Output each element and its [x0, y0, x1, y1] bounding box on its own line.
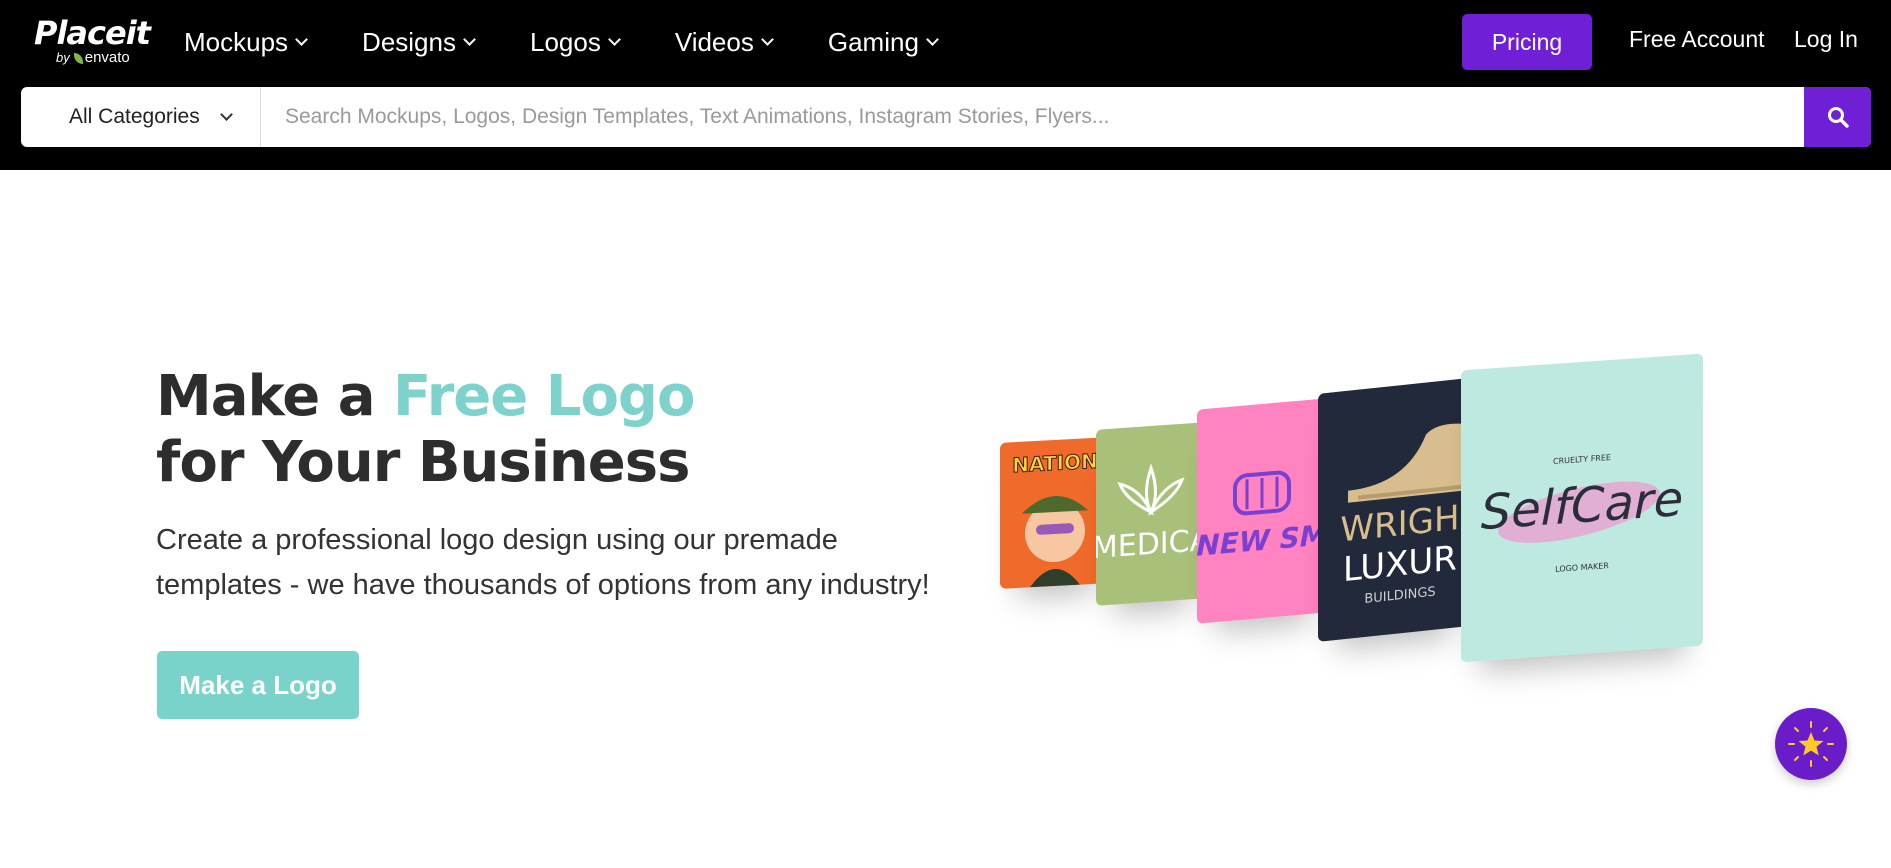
card5-script-text: SelfCare [1481, 471, 1683, 541]
chevron-down-icon [926, 32, 939, 46]
brand-byline: by envato [56, 49, 130, 67]
hero-title: Make a Free Logo for Your Business [156, 364, 695, 496]
nav-item-label: Videos [674, 26, 754, 57]
card2-text: MEDICA [1096, 523, 1206, 566]
nav-item-label: Gaming [827, 26, 919, 57]
brand-by: by [56, 50, 70, 65]
brand-company: envato [84, 49, 130, 66]
hero-title-line2: for Your Business [156, 430, 690, 495]
logo-card-nation: NATION [1000, 437, 1110, 589]
nav-item-logos[interactable]: Logos [529, 26, 621, 58]
nav-item-label: Designs [362, 26, 456, 57]
search-icon [1827, 107, 1849, 128]
free-account-link[interactable]: Free Account [1629, 26, 1765, 53]
logo-template-showcase: NATION MEDICA NEW SM WRIGH LUXUR BUILDIN… [990, 350, 1730, 720]
card5-bottom-text: LOGO MAKER [1555, 561, 1609, 574]
card1-text: NATION [1012, 449, 1097, 477]
nav-item-label: Mockups [184, 26, 289, 57]
pricing-button[interactable]: Pricing [1462, 14, 1592, 70]
search-bar: All Categories [21, 87, 1871, 147]
main-nav: Mockups Designs Logos Videos Gaming [184, 22, 993, 62]
hero-subtitle: Create a professional logo design using … [156, 524, 930, 601]
nav-item-label: Logos [529, 26, 601, 57]
hero-title-accent: Free Logo [393, 364, 695, 429]
nation-logo-preview: NATION [1012, 448, 1098, 588]
chevron-down-icon [219, 108, 233, 121]
wright-luxury-logo-preview: WRIGH LUXUR BUILDINGS [1340, 423, 1468, 607]
card5-top-text: CRUELTY FREE [1553, 453, 1611, 466]
logo-card-wright-luxury: WRIGH LUXUR BUILDINGS [1318, 378, 1468, 642]
nav-item-videos[interactable]: Videos [674, 26, 774, 58]
search-button[interactable] [1804, 87, 1871, 147]
placeit-logo[interactable]: Placeit by envato [34, 16, 154, 68]
self-care-logo-preview: CRUELTY FREE SelfCare LOGO MAKER [1481, 453, 1683, 574]
logo-card-new-smile: NEW SM [1197, 398, 1327, 624]
whats-new-badge[interactable] [1775, 708, 1847, 780]
chevron-down-icon [607, 32, 621, 46]
category-selected-value: All Categories [69, 105, 200, 128]
login-link[interactable]: Log In [1794, 26, 1858, 53]
logo-card-medical: MEDICA [1096, 422, 1206, 606]
chevron-down-icon [295, 32, 308, 46]
chevron-down-icon [760, 32, 774, 46]
nav-item-gaming[interactable]: Gaming [827, 26, 939, 58]
hero-title-prefix: Make a [156, 364, 394, 429]
search-input[interactable] [261, 87, 1804, 147]
make-a-logo-button[interactable]: Make a Logo [157, 651, 359, 719]
nav-item-mockups[interactable]: Mockups [184, 26, 308, 58]
card4-line3: BUILDINGS [1364, 585, 1435, 607]
sparkle-star-icon [1788, 721, 1834, 767]
envato-leaf-icon [73, 52, 83, 64]
card3-text: NEW SM [1197, 518, 1327, 562]
top-navigation-bar: Placeit by envato Mockups Designs Logos … [0, 0, 1891, 170]
medical-logo-preview: MEDICA [1096, 463, 1206, 566]
brand-name: Placeit [34, 14, 151, 52]
category-dropdown[interactable]: All Categories [21, 87, 261, 147]
new-smile-logo-preview: NEW SM [1197, 470, 1327, 563]
chevron-down-icon [463, 32, 476, 46]
nav-item-designs[interactable]: Designs [362, 26, 476, 58]
logo-card-self-care: CRUELTY FREE SelfCare LOGO MAKER [1461, 353, 1703, 663]
